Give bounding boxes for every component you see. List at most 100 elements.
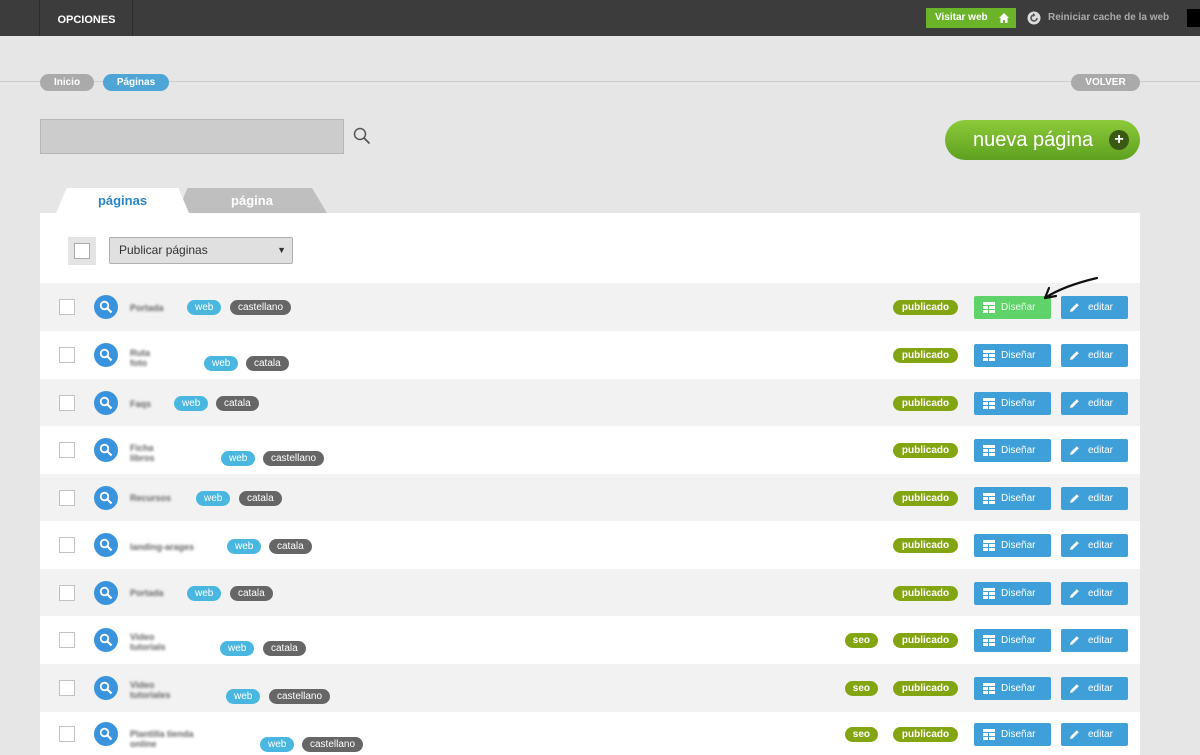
user-icon[interactable] <box>1187 9 1200 27</box>
edit-button[interactable]: editar <box>1061 722 1128 746</box>
status-badge: publicado <box>893 538 958 553</box>
new-page-button[interactable]: nueva página + <box>945 120 1140 160</box>
visit-web-label: Visitar web <box>935 12 988 23</box>
table-row: Video tutorials web catala seo publicado… <box>40 616 1140 664</box>
design-button[interactable]: Diseñar <box>974 344 1051 367</box>
row-checkbox[interactable] <box>59 537 75 553</box>
preview-icon[interactable] <box>94 580 118 605</box>
design-button[interactable]: Diseñar <box>974 677 1051 700</box>
design-label: Diseñar <box>1001 683 1036 694</box>
table-row: Recursos web catala publicado Diseñar ed… <box>40 474 1140 521</box>
type-badge: web <box>220 641 255 656</box>
tab-pagina[interactable]: página <box>177 188 327 213</box>
preview-icon[interactable] <box>94 485 118 510</box>
page-name[interactable]: landing-arages <box>130 542 194 552</box>
status-badge: publicado <box>893 726 958 742</box>
seo-badge: seo <box>844 726 878 742</box>
page-name[interactable]: Recursos <box>130 493 171 503</box>
preview-icon[interactable] <box>94 628 118 652</box>
tab-paginas[interactable]: páginas <box>56 188 189 213</box>
status-badge: publicado <box>893 395 958 411</box>
design-label: Diseñar <box>1001 635 1036 646</box>
edit-button[interactable]: editar <box>1061 677 1128 700</box>
page-name[interactable]: Ruta foto <box>130 348 150 368</box>
select-all-checkbox[interactable] <box>68 237 96 265</box>
edit-label: editar <box>1088 683 1114 694</box>
row-checkbox[interactable] <box>59 680 75 696</box>
preview-icon[interactable] <box>94 390 118 415</box>
plus-icon: + <box>1109 130 1129 150</box>
magnifier-icon <box>99 300 113 314</box>
preview-icon[interactable] <box>94 438 118 462</box>
edit-button[interactable]: editar <box>1061 486 1128 510</box>
row-checkbox[interactable] <box>59 489 75 506</box>
pencil-icon <box>1070 351 1079 360</box>
edit-label: editar <box>1088 302 1114 313</box>
page-name[interactable]: Video tutoriales <box>130 680 171 700</box>
search-icon[interactable] <box>353 127 371 145</box>
reset-cache-link[interactable]: Reiniciar cache de la web <box>1048 12 1169 23</box>
design-button[interactable]: Diseñar <box>974 629 1051 652</box>
row-checkbox[interactable] <box>59 299 75 315</box>
layout-icon <box>983 492 995 504</box>
design-button[interactable]: Diseñar <box>974 534 1051 557</box>
page-name[interactable]: Video tutorials <box>130 632 166 652</box>
status-badge: publicado <box>893 348 958 363</box>
edit-button[interactable]: editar <box>1061 534 1128 557</box>
page-name[interactable]: Ficha libros <box>130 443 155 463</box>
language-badge: catala <box>230 586 273 601</box>
breadcrumb-item-inicio[interactable]: Inicio <box>40 74 94 91</box>
design-label: Diseñar <box>1001 492 1036 504</box>
design-button[interactable]: Diseñar <box>974 722 1051 746</box>
magnifier-icon <box>99 491 113 504</box>
edit-button[interactable]: editar <box>1061 391 1128 415</box>
preview-icon[interactable] <box>94 343 118 367</box>
design-button[interactable]: Diseñar <box>974 391 1051 415</box>
page-name[interactable]: Faqs <box>130 399 151 409</box>
magnifier-icon <box>99 443 113 457</box>
row-checkbox[interactable] <box>59 442 75 458</box>
edit-button[interactable]: editar <box>1061 629 1128 652</box>
design-button[interactable]: Diseñar <box>974 486 1051 510</box>
refresh-icon[interactable] <box>1027 11 1041 25</box>
preview-icon[interactable] <box>94 676 118 700</box>
bulk-action-select[interactable]: Publicar páginas ▼ <box>109 237 293 264</box>
search-input[interactable] <box>40 119 344 154</box>
row-checkbox[interactable] <box>59 632 75 648</box>
design-label: Diseñar <box>1001 587 1036 599</box>
page-name[interactable]: Portada <box>130 588 164 598</box>
language-badge: catala <box>269 539 312 554</box>
edit-label: editar <box>1088 540 1114 551</box>
breadcrumb-item-paginas[interactable]: Páginas <box>103 74 169 91</box>
edit-button[interactable]: editar <box>1061 439 1128 462</box>
design-button[interactable]: Diseñar <box>974 581 1051 605</box>
page-name[interactable]: Portada <box>130 303 164 313</box>
page-name[interactable]: Plantilla tienda online <box>130 729 194 749</box>
design-label: Diseñar <box>1001 728 1036 740</box>
preview-icon[interactable] <box>94 533 118 557</box>
layout-icon <box>983 350 995 361</box>
row-checkbox[interactable] <box>59 725 75 742</box>
design-button[interactable]: Diseñar <box>974 439 1051 462</box>
options-menu[interactable]: OPCIONES <box>41 0 133 36</box>
pencil-icon <box>1070 684 1079 693</box>
edit-button[interactable]: editar <box>1061 344 1128 367</box>
row-checkbox[interactable] <box>59 394 75 411</box>
edit-button[interactable]: editar <box>1061 581 1128 605</box>
visit-web-button[interactable]: Visitar web <box>926 8 1016 28</box>
row-checkbox[interactable] <box>59 347 75 363</box>
type-badge: web <box>174 396 209 411</box>
top-bar: OPCIONES Visitar web Reiniciar cache de … <box>0 0 1200 36</box>
layout-icon <box>983 728 995 740</box>
language-badge: castellano <box>263 451 325 466</box>
layout-icon <box>983 397 995 409</box>
magnifier-icon <box>99 538 113 552</box>
magnifier-icon <box>99 633 113 647</box>
pencil-icon <box>1070 541 1079 550</box>
row-checkbox[interactable] <box>59 584 75 601</box>
preview-icon[interactable] <box>94 721 118 746</box>
back-button[interactable]: VOLVER <box>1071 74 1140 91</box>
preview-icon[interactable] <box>94 295 118 319</box>
language-badge: catala <box>216 396 259 411</box>
edit-label: editar <box>1088 728 1114 740</box>
